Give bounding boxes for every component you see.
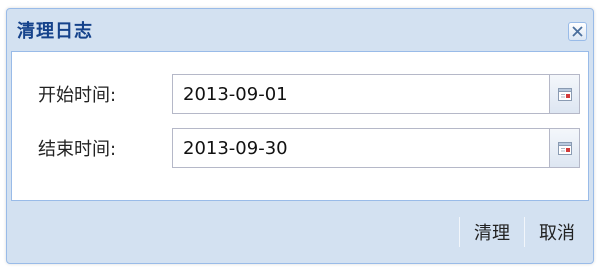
clean-log-dialog: 清理日志 开始时间: 2013-09-01 结束时间: 2013-09-30 清… <box>6 8 594 264</box>
dialog-footer: 清理 取消 <box>11 205 589 259</box>
start-time-input[interactable] <box>173 75 549 113</box>
calendar-icon <box>557 142 572 155</box>
start-time-row: 开始时间: <box>12 74 588 114</box>
clean-button[interactable]: 清理 <box>460 217 524 247</box>
end-date-picker-button[interactable] <box>549 129 579 167</box>
dialog-title: 清理日志 <box>17 21 93 42</box>
cancel-button[interactable]: 取消 <box>525 217 589 247</box>
end-time-row: 结束时间: <box>12 128 588 168</box>
close-button[interactable] <box>568 22 587 41</box>
close-icon <box>572 26 583 37</box>
dialog-titlebar[interactable]: 清理日志 <box>11 13 589 47</box>
start-time-label: 开始时间: <box>38 85 117 106</box>
end-time-field <box>172 128 580 168</box>
dialog-body: 开始时间: 结束时间: <box>11 51 589 201</box>
end-time-input[interactable] <box>173 129 549 167</box>
start-date-picker-button[interactable] <box>549 75 579 113</box>
calendar-icon <box>557 88 572 101</box>
start-time-field <box>172 74 580 114</box>
end-time-label: 结束时间: <box>38 139 117 160</box>
